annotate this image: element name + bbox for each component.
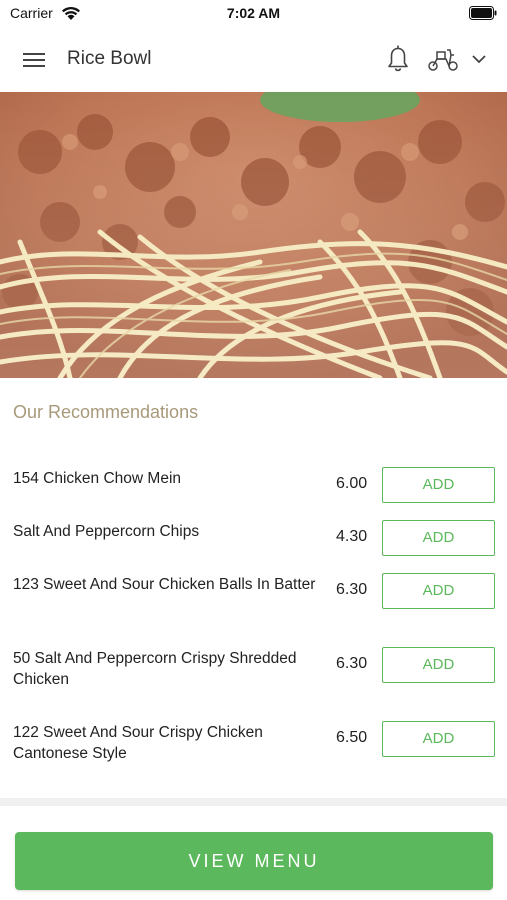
- add-button[interactable]: ADD: [382, 573, 495, 609]
- item-name: 123 Sweet And Sour Chicken Balls In Batt…: [13, 576, 316, 593]
- bell-icon[interactable]: [386, 44, 410, 74]
- item-price: 6.00: [336, 475, 368, 492]
- item-price: 6.30: [336, 581, 368, 598]
- item-name: 50 Salt And Peppercorn Crispy Shredded C…: [13, 650, 297, 688]
- add-button[interactable]: ADD: [382, 520, 495, 556]
- view-menu-button[interactable]: VIEW MENU: [15, 832, 493, 890]
- section-title: Our Recommendations: [13, 402, 199, 422]
- scooter-icon[interactable]: [427, 46, 459, 72]
- hero-image: [0, 92, 507, 378]
- add-button[interactable]: ADD: [382, 467, 495, 503]
- add-button[interactable]: ADD: [382, 721, 495, 757]
- clock: 7:02 AM: [226, 5, 281, 21]
- hamburger-menu-icon[interactable]: [22, 50, 46, 70]
- status-bar: Carrier 7:02 AM: [0, 0, 507, 28]
- item-price: 6.30: [336, 655, 368, 672]
- add-button[interactable]: ADD: [382, 647, 495, 683]
- chevron-down-icon[interactable]: [470, 52, 488, 66]
- recommendations-section: Our Recommendations 154 Chicken Chow Mei…: [0, 378, 507, 798]
- item-name: 154 Chicken Chow Mein: [13, 470, 182, 487]
- battery-icon: [469, 6, 497, 20]
- item-name: Salt And Peppercorn Chips: [13, 523, 200, 540]
- nav-bar: Rice Bowl: [0, 28, 507, 92]
- item-name: 122 Sweet And Sour Crispy Chicken Canton…: [13, 724, 263, 762]
- section-divider: [0, 798, 507, 806]
- item-price: 6.50: [336, 729, 368, 746]
- page-title: Rice Bowl: [67, 48, 152, 69]
- item-price: 4.30: [336, 528, 368, 545]
